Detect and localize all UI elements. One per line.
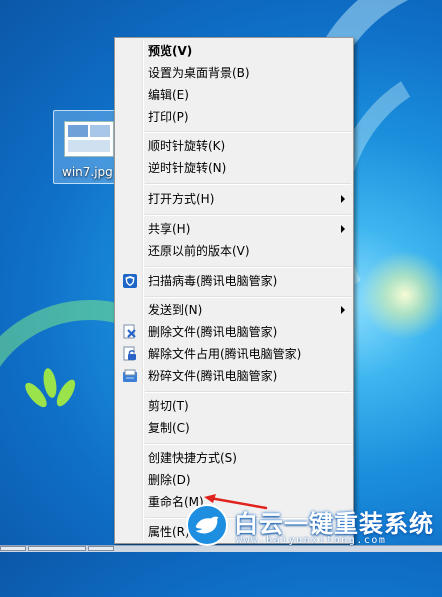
shield-icon: [123, 274, 137, 288]
menu-item-label: 粉碎文件(腾讯电脑管家): [148, 369, 278, 383]
menu-item-label: 打印(P): [148, 110, 189, 124]
unlock-file-icon: [123, 346, 136, 361]
taskbar-button[interactable]: [28, 546, 86, 551]
menu-item-label: 设置为桌面背景(B): [148, 66, 250, 80]
menu-item-cut[interactable]: 剪切(T): [117, 395, 351, 417]
submenu-arrow-icon: [341, 195, 345, 203]
wallpaper-leaves: [20, 360, 100, 420]
bird-logo-icon: [186, 504, 228, 546]
watermark-title: 白云一键重装系统: [234, 510, 434, 538]
menu-separator: [145, 296, 351, 298]
watermark-url: www.baiyunxitong.com: [236, 535, 387, 546]
menu-item-label: 删除(D): [148, 473, 191, 487]
menu-separator: [145, 214, 351, 216]
menu-item-restore-previous-versions[interactable]: 还原以前的版本(V): [117, 240, 351, 262]
watermark: 白云一键重装系统 www.baiyunxitong.com: [186, 502, 442, 551]
menu-item-label: 删除文件(腾讯电脑管家): [148, 325, 278, 339]
menu-item-label: 扫描病毒(腾讯电脑管家): [148, 274, 278, 288]
menu-item-create-shortcut[interactable]: 创建快捷方式(S): [117, 447, 351, 469]
menu-item-rotate-counterclockwise[interactable]: 逆时针旋转(N): [117, 157, 351, 179]
menu-item-shred-file-tencent[interactable]: 粉碎文件(腾讯电脑管家): [117, 365, 351, 387]
menu-separator: [145, 443, 351, 445]
menu-item-send-to[interactable]: 发送到(N): [117, 299, 351, 321]
menu-item-copy[interactable]: 复制(C): [117, 417, 351, 439]
taskbar-button[interactable]: [88, 546, 114, 551]
menu-item-unlock-file-tencent[interactable]: 解除文件占用(腾讯电脑管家): [117, 343, 351, 365]
menu-item-preview[interactable]: 预览(V): [117, 40, 351, 62]
context-menu: 预览(V) 设置为桌面背景(B) 编辑(E) 打印(P) 顺时针旋转(K) 逆时…: [114, 37, 354, 544]
menu-item-label: 发送到(N): [148, 303, 203, 317]
taskbar-button[interactable]: [0, 546, 26, 551]
wallpaper-glow: [360, 250, 442, 340]
menu-item-print[interactable]: 打印(P): [117, 106, 351, 128]
image-thumbnail-icon: [64, 121, 114, 157]
menu-separator: [145, 183, 351, 185]
menu-separator: [145, 391, 351, 393]
menu-item-label: 创建快捷方式(S): [148, 451, 237, 465]
menu-item-delete[interactable]: 删除(D): [117, 469, 351, 491]
menu-item-label: 编辑(E): [148, 88, 189, 102]
menu-item-set-wallpaper[interactable]: 设置为桌面背景(B): [117, 62, 351, 84]
menu-item-label: 解除文件占用(腾讯电脑管家): [148, 347, 302, 361]
delete-file-icon: [123, 324, 136, 339]
desktop-file-label: win7.jpg: [62, 165, 113, 179]
menu-item-label: 顺时针旋转(K): [148, 139, 226, 153]
menu-item-rotate-clockwise[interactable]: 顺时针旋转(K): [117, 135, 351, 157]
menu-item-label: 打开方式(H): [148, 192, 215, 206]
menu-item-open-with[interactable]: 打开方式(H): [117, 188, 351, 210]
menu-item-label: 还原以前的版本(V): [148, 244, 250, 258]
submenu-arrow-icon: [341, 225, 345, 233]
menu-item-delete-file-tencent[interactable]: 删除文件(腾讯电脑管家): [117, 321, 351, 343]
menu-item-scan-virus[interactable]: 扫描病毒(腾讯电脑管家): [117, 270, 351, 292]
menu-item-label: 逆时针旋转(N): [148, 161, 227, 175]
shred-file-icon: [123, 369, 137, 382]
menu-item-share[interactable]: 共享(H): [117, 218, 351, 240]
menu-item-label: 共享(H): [148, 222, 191, 236]
menu-item-label: 剪切(T): [148, 399, 189, 413]
menu-separator: [145, 131, 351, 133]
menu-separator: [145, 266, 351, 268]
menu-item-label: 预览(V): [148, 44, 193, 58]
menu-item-label: 属性(R): [148, 525, 190, 539]
menu-item-edit[interactable]: 编辑(E): [117, 84, 351, 106]
desktop-file-icon[interactable]: win7.jpg: [53, 110, 121, 184]
menu-item-label: 复制(C): [148, 421, 190, 435]
submenu-arrow-icon: [341, 306, 345, 314]
